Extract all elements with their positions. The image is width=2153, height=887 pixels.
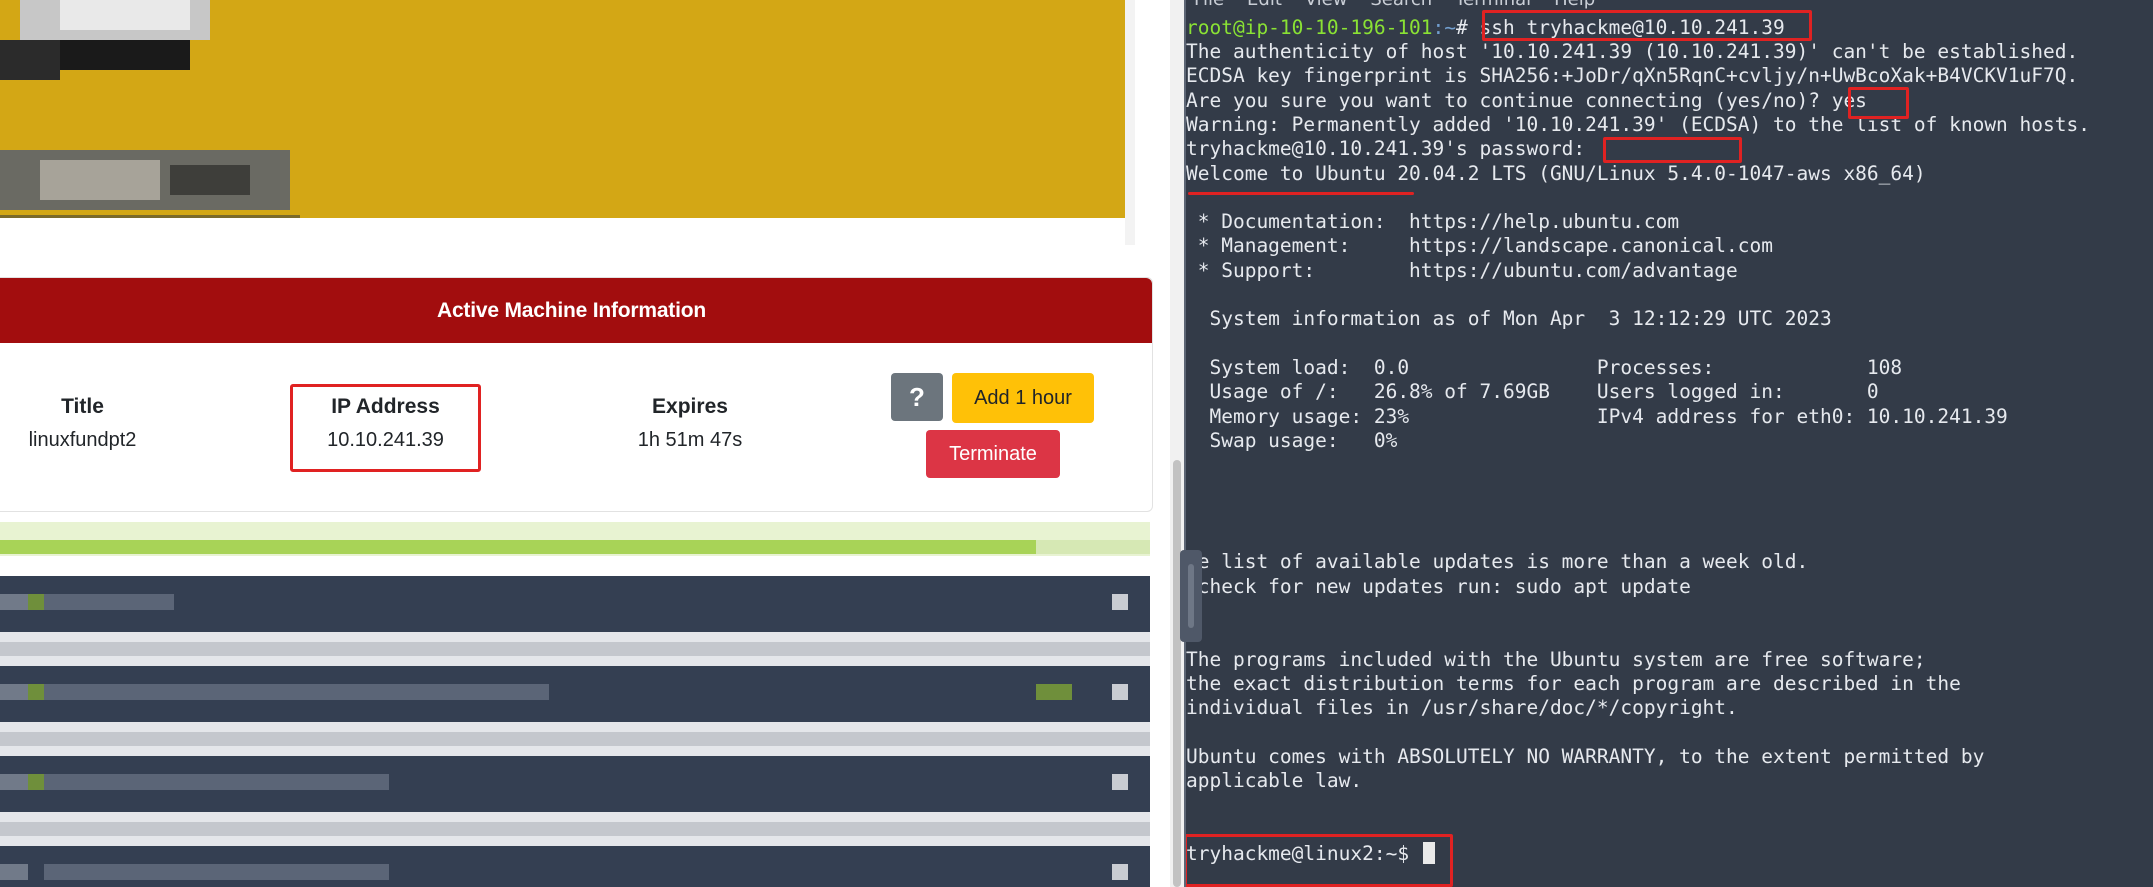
expand-icon[interactable]: [1112, 864, 1128, 880]
title-value: linuxfundpt2: [28, 429, 137, 451]
banner-edge: [1125, 0, 1135, 245]
terminal-output-line: individual files in /usr/share/doc/*/cop…: [1186, 696, 1738, 720]
yes-highlight: [1848, 87, 1909, 119]
menu-view[interactable]: View: [1305, 0, 1348, 10]
menu-help[interactable]: Help: [1554, 0, 1595, 10]
page-scrollbar[interactable]: [1170, 0, 1184, 887]
progress-strip: [0, 522, 1150, 556]
menu-file[interactable]: File: [1194, 0, 1224, 10]
terminate-button[interactable]: Terminate: [926, 430, 1060, 478]
menu-edit[interactable]: Edit: [1247, 0, 1282, 10]
task-divider: [0, 632, 1150, 666]
welcome-underline: [1188, 192, 1414, 195]
title-label: Title: [61, 395, 104, 418]
ip-highlight-box: [290, 384, 481, 472]
expires-value: 1h 51m 47s: [637, 429, 743, 451]
terminal-output-line: the exact distribution terms for each pr…: [1186, 671, 1961, 695]
terminal-output-line: * Support: https://ubuntu.com/advantage: [1186, 258, 1738, 282]
expand-icon[interactable]: [1112, 684, 1128, 700]
root-user-host: root@ip-10-10-196-101: [1186, 16, 1433, 39]
terminal-output-line: The authenticity of host '10.10.241.39 (…: [1186, 40, 2079, 63]
task-row[interactable]: [0, 576, 1150, 632]
terminal-output-line: Swap usage: 0%: [1186, 428, 1398, 452]
title-column: Title linuxfundpt2: [0, 395, 165, 452]
expand-icon[interactable]: [1112, 774, 1128, 790]
help-button[interactable]: ?: [891, 373, 943, 421]
prompt-path: :~: [1432, 16, 1457, 39]
prompt-symbol: #: [1456, 16, 1468, 39]
task-divider: [0, 722, 1150, 756]
pixelated-banner-image: [0, 0, 1125, 248]
room-page: Active Machine Information Title linuxfu…: [0, 0, 1170, 887]
menu-search[interactable]: Search: [1370, 0, 1432, 10]
terminal-output-line: ECDSA key fingerprint is SHA256:+JoDr/qX…: [1186, 64, 2079, 88]
card-header: Active Machine Information: [0, 278, 1152, 343]
terminal-output-line: System information as of Mon Apr 3 12:12…: [1186, 307, 1832, 331]
expand-icon[interactable]: [1112, 594, 1128, 610]
menu-terminal[interactable]: Terminal: [1455, 0, 1531, 10]
ssh-command-highlight: [1482, 10, 1812, 41]
terminal-output-line: * Management: https://landscape.canonica…: [1186, 234, 1773, 258]
terminal-output-line: check for new updates run: sudo apt upda…: [1186, 574, 1691, 598]
terminal-output-line: tryhackme@10.10.241.39's password:: [1186, 137, 1597, 161]
expires-column: Expires 1h 51m 47s: [600, 395, 780, 452]
expires-label: Expires: [652, 395, 728, 418]
terminal-menu-bar[interactable]: File Edit View Search Terminal Help: [1194, 0, 1595, 10]
add-1-hour-button[interactable]: Add 1 hour: [952, 373, 1094, 423]
terminal-output-line: Warning: Permanently added '10.10.241.39…: [1186, 112, 2090, 136]
terminal-output-line: The programs included with the Ubuntu sy…: [1186, 647, 1926, 671]
terminal-output-line: he list of available updates is more tha…: [1186, 550, 1809, 574]
terminal-output-line: Welcome to Ubuntu 20.04.2 LTS (GNU/Linux…: [1186, 161, 1926, 185]
terminal-output-line: System load: 0.0 Processes: 108: [1186, 355, 1903, 379]
terminal-output-line: Memory usage: 23% IPv4 address for eth0:…: [1186, 404, 2008, 428]
pane-divider: [1184, 0, 1186, 887]
pane-resize-handle[interactable]: [1180, 550, 1202, 642]
task-row[interactable]: [0, 756, 1150, 812]
final-prompt-highlight: [1184, 834, 1453, 887]
scrollbar-thumb[interactable]: [1173, 460, 1181, 887]
progress-bar-fill: [0, 540, 1036, 554]
terminal-window[interactable]: File Edit View Search Terminal Help root…: [1184, 0, 2153, 887]
task-divider: [0, 812, 1150, 846]
progress-bar-rest: [1036, 540, 1150, 554]
terminal-output-line: Usage of /: 26.8% of 7.69GB Users logged…: [1186, 380, 1879, 404]
password-highlight: [1603, 137, 1742, 163]
terminal-output-line: * Documentation: https://help.ubuntu.com: [1186, 210, 1680, 234]
terminal-output-line: Ubuntu comes with ABSOLUTELY NO WARRANTY…: [1186, 744, 1985, 768]
task-row[interactable]: [0, 846, 1150, 887]
terminal-output-line: Are you sure you want to continue connec…: [1186, 88, 1867, 112]
terminal-output-line: applicable law.: [1186, 769, 1363, 792]
task-row[interactable]: [0, 666, 1150, 722]
